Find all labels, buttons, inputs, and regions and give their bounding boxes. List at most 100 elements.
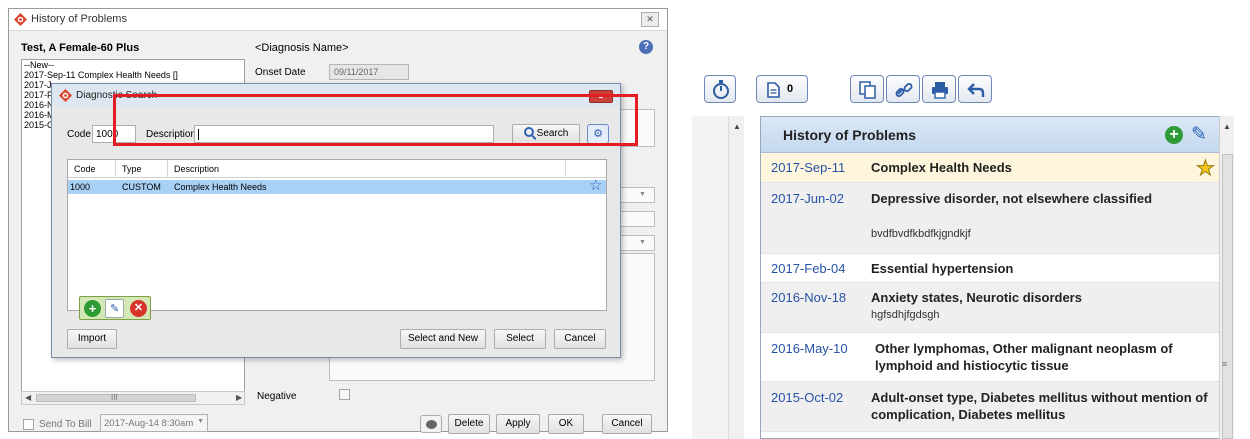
results-table[interactable]: Code Type Description 1000 CUSTOM Comple… (67, 159, 607, 311)
document-count: 0 (787, 83, 794, 95)
entry-diagnosis: Essential hypertension (871, 261, 1014, 276)
delete-button[interactable]: Delete (448, 414, 490, 434)
bill-date-select[interactable]: 2017-Aug-14 8:30am ▼ (100, 414, 208, 432)
column-header-type[interactable]: Type (122, 164, 142, 174)
pencil-icon: ✎ (110, 303, 120, 315)
code-label: Code (67, 129, 91, 140)
close-icon[interactable]: ✕ (641, 12, 659, 27)
entry-diagnosis: Complex Health Needs (871, 160, 1012, 175)
dialog-title: History of Problems (31, 13, 127, 25)
entry-date[interactable]: 2015-Oct-02 (771, 390, 843, 405)
scroll-right-icon[interactable]: ▶ (236, 392, 242, 404)
back-button[interactable] (958, 75, 992, 103)
copy-icon (859, 81, 876, 99)
entry-diagnosis: Anxiety states, Neurotic disorders (871, 290, 1082, 305)
panel-header: History of Problems + ✎ (761, 117, 1233, 153)
left-scrollbar[interactable]: ▲ (728, 116, 744, 439)
entry-diagnosis: Other lymphomas, Other malignant neoplas… (875, 341, 1173, 373)
entry-date[interactable]: 2017-Jun-02 (771, 191, 844, 206)
documents-button[interactable]: 0 (756, 75, 808, 103)
entry-note: hgfsdhjfgdsgh (871, 309, 940, 321)
help-icon[interactable]: ? (639, 40, 653, 54)
list-item[interactable]: 2017-Jun-02 Depressive disorder, not els… (761, 183, 1219, 254)
entry-date[interactable]: 2016-May-10 (771, 341, 848, 356)
list-item[interactable]: 2017-Sep-11 Complex Health Needs [] (22, 70, 244, 80)
favorite-star-icon[interactable]: ☆ (589, 178, 602, 193)
entry-date[interactable]: 2016-Nov-18 (771, 290, 846, 305)
send-to-bill-checkbox[interactable] (23, 419, 34, 430)
chevron-down-icon: ▼ (197, 418, 204, 425)
list-item[interactable]: 2017-Sep-11 Complex Health Needs ★ (761, 153, 1219, 183)
bill-date-value: 2017-Aug-14 8:30am (104, 418, 194, 429)
entry-diagnosis: Adult-onset type, Diabetes mellitus with… (871, 390, 1208, 422)
cell-code: 1000 (70, 182, 91, 192)
negative-label: Negative (257, 391, 297, 402)
entry-date[interactable]: 2017-Feb-04 (771, 261, 845, 276)
list-item[interactable]: --New-- (22, 60, 244, 70)
table-header: Code Type Description (68, 160, 606, 178)
diagnosis-name-header: <Diagnosis Name> (255, 42, 349, 54)
cell-type: CUSTOM (122, 182, 161, 192)
onset-date-label: Onset Date (255, 67, 306, 78)
entry-diagnosis: Depressive disorder, not elsewhere class… (871, 191, 1153, 206)
cancel-button[interactable]: Cancel (554, 329, 606, 349)
link-button[interactable] (886, 75, 920, 103)
edit-pencil-icon[interactable]: ✎ (1191, 123, 1207, 146)
scroll-left-icon[interactable]: ◀ (25, 392, 31, 404)
cell-description: Complex Health Needs (174, 182, 267, 192)
patient-summary-panel: 0 ▲ History of Problems + ✎ 2017-Sep-11 … (692, 60, 1250, 439)
patient-name: Test, A Female-60 Plus (21, 42, 140, 54)
select-and-new-button[interactable]: Select and New (400, 329, 486, 349)
list-item[interactable]: 2016-May-10 Other lymphomas, Other malig… (761, 333, 1219, 382)
onset-date-field[interactable]: 09/11/2017 (329, 64, 409, 80)
printer-icon (932, 82, 948, 99)
table-row[interactable]: 1000 CUSTOM Complex Health Needs ☆ (68, 178, 606, 194)
list-item[interactable]: 2016-Nov-18 Anxiety states, Neurotic dis… (761, 283, 1219, 333)
scroll-up-icon[interactable]: ▲ (1223, 122, 1231, 131)
horizontal-scrollbar[interactable]: ◀ III ▶ (21, 391, 245, 405)
chevron-down-icon[interactable]: ▼ (639, 191, 646, 198)
favorite-star-icon[interactable]: ★ (1196, 157, 1216, 180)
negative-checkbox[interactable] (339, 389, 350, 400)
import-button[interactable]: Import (67, 329, 117, 349)
right-scrollbar[interactable]: ▲ ≡ (1219, 116, 1234, 439)
cloud-icon (426, 420, 437, 429)
column-header-code[interactable]: Code (74, 164, 96, 174)
send-to-bill-label: Send To Bill (39, 419, 92, 430)
column-header-description[interactable]: Description (174, 164, 219, 174)
panel-title: History of Problems (783, 127, 917, 143)
select-button[interactable]: Select (494, 329, 546, 349)
scroll-grip-icon: ≡ (1222, 359, 1228, 369)
undo-arrow-icon (967, 83, 985, 97)
entry-date[interactable]: 2017-Sep-11 (771, 160, 845, 175)
print-button[interactable] (922, 75, 956, 103)
list-item[interactable]: 2015-Oct-02 Adult-onset type, Diabetes m… (761, 382, 1219, 432)
entry-note: bvdfbvdfkbdfkjgndkjf (871, 228, 971, 240)
document-icon (767, 82, 780, 98)
stopwatch-icon (713, 80, 729, 99)
list-action-toolbar: + ✎ ✕ (79, 296, 151, 320)
highlight-box (113, 94, 638, 146)
edit-button[interactable]: ✎ (105, 299, 124, 318)
list-item[interactable]: 2017-Feb-04 Essential hypertension (761, 254, 1219, 283)
scroll-grip: III (111, 393, 118, 402)
dialog-titlebar: History of Problems ✕ (9, 9, 667, 31)
add-icon[interactable]: + (84, 300, 101, 317)
delete-icon[interactable]: ✕ (130, 300, 147, 317)
app-logo-icon (59, 89, 72, 102)
history-of-problems-panel: History of Problems + ✎ 2017-Sep-11 Comp… (760, 116, 1234, 439)
ok-button[interactable]: OK (548, 414, 584, 434)
problem-entries: 2017-Sep-11 Complex Health Needs ★ 2017-… (761, 153, 1219, 432)
add-problem-icon[interactable]: + (1165, 126, 1183, 144)
chevron-down-icon[interactable]: ▼ (639, 239, 646, 246)
cloud-button[interactable] (420, 415, 442, 433)
scroll-track[interactable] (1222, 154, 1233, 439)
app-logo-icon (14, 13, 27, 26)
copy-button[interactable] (850, 75, 884, 103)
scroll-up-icon[interactable]: ▲ (733, 122, 741, 131)
timer-button[interactable] (704, 75, 736, 103)
link-icon (895, 83, 913, 97)
scroll-thumb[interactable]: III (36, 393, 196, 402)
apply-button[interactable]: Apply (496, 414, 540, 434)
cancel-button[interactable]: Cancel (602, 414, 652, 434)
